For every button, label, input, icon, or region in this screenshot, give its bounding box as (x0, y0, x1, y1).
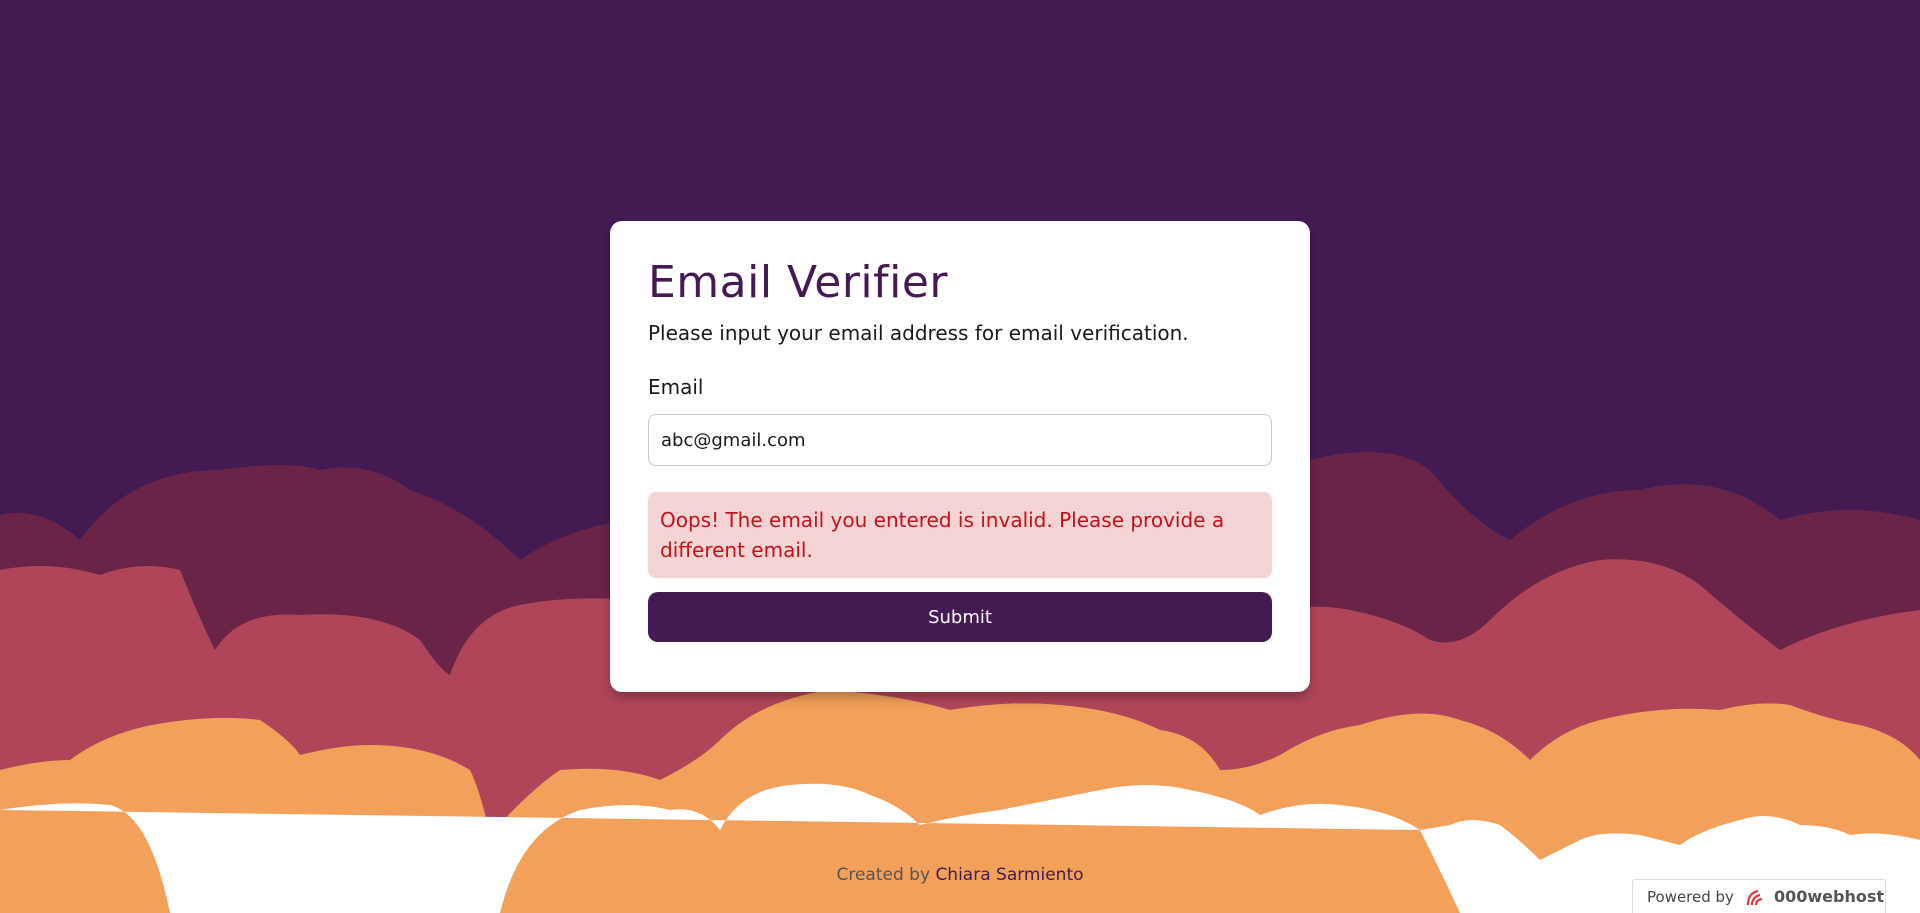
brand-name: 000webhost (1773, 887, 1884, 906)
000webhost-logo-icon (1744, 887, 1768, 907)
email-input[interactable] (648, 414, 1272, 466)
powered-by-badge[interactable]: Powered by 000webhost (1632, 879, 1886, 913)
author-link[interactable]: Chiara Sarmiento (935, 865, 1083, 885)
error-alert: Oops! The email you entered is invalid. … (648, 492, 1272, 578)
page-title: Email Verifier (648, 257, 949, 308)
email-label: Email (648, 375, 704, 399)
email-verifier-card: Email Verifier Please input your email a… (610, 221, 1310, 692)
submit-button[interactable]: Submit (648, 592, 1272, 642)
instructions-text: Please input your email address for emai… (648, 321, 1189, 345)
footer-created-by: Created by (836, 865, 931, 885)
powered-by-text: Powered by (1647, 887, 1734, 906)
